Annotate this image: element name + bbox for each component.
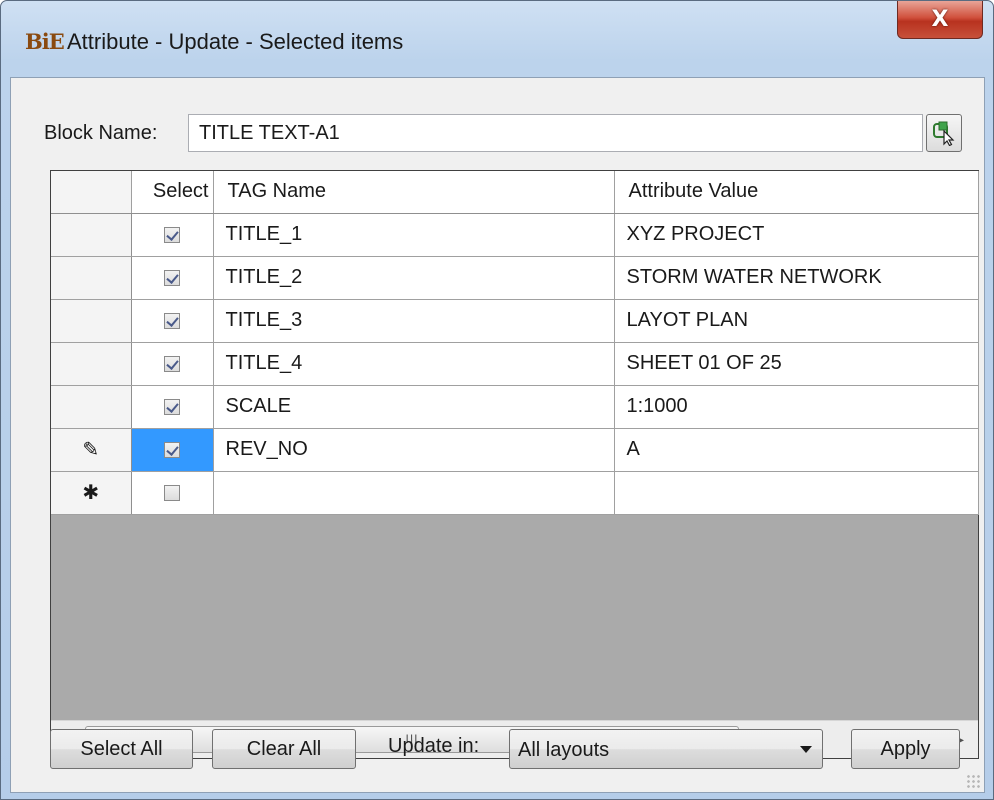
- new-row-marker-icon[interactable]: ✱: [51, 471, 132, 515]
- select-checkbox[interactable]: [164, 312, 180, 329]
- attribute-value-cell[interactable]: [614, 471, 979, 515]
- attribute-value-cell[interactable]: SHEET 01 OF 25: [614, 342, 979, 386]
- column-header-select[interactable]: Select: [131, 171, 214, 214]
- row-header[interactable]: [51, 342, 132, 386]
- attribute-table: Select TAG Name Attribute Value TITLE_1 X…: [51, 171, 979, 515]
- block-name-input[interactable]: [188, 114, 923, 152]
- table-row[interactable]: SCALE 1:1000: [51, 385, 979, 429]
- grid-corner-header[interactable]: [51, 171, 132, 214]
- attribute-value-cell[interactable]: 1:1000: [614, 385, 979, 429]
- tag-name-cell[interactable]: TITLE_3: [213, 299, 615, 343]
- title-bar[interactable]: BiE Attribute - Update - Selected items …: [1, 1, 993, 77]
- select-cell[interactable]: [131, 385, 214, 429]
- select-cell[interactable]: [131, 299, 214, 343]
- column-header-tag-name[interactable]: TAG Name: [213, 171, 615, 214]
- close-button[interactable]: X: [897, 1, 983, 39]
- clear-all-button[interactable]: Clear All: [212, 729, 356, 769]
- attribute-value-cell[interactable]: LAYOT PLAN: [614, 299, 979, 343]
- select-cell[interactable]: [131, 256, 214, 300]
- select-all-button[interactable]: Select All: [50, 729, 193, 769]
- apply-button[interactable]: Apply: [851, 729, 960, 769]
- block-name-label: Block Name:: [44, 122, 158, 144]
- select-object-icon: [933, 121, 955, 146]
- tag-name-cell[interactable]: REV_NO: [213, 428, 615, 472]
- pick-block-button[interactable]: [926, 114, 962, 152]
- grid-header-row: Select TAG Name Attribute Value: [51, 171, 979, 214]
- close-icon: X: [931, 7, 949, 32]
- table-row[interactable]: ✎ REV_NO A: [51, 428, 979, 472]
- select-cell[interactable]: [131, 342, 214, 386]
- table-row[interactable]: TITLE_3 LAYOT PLAN: [51, 299, 979, 343]
- table-row[interactable]: TITLE_4 SHEET 01 OF 25: [51, 342, 979, 386]
- update-in-select[interactable]: All layouts: [509, 729, 823, 769]
- chevron-down-icon: [800, 746, 812, 753]
- attribute-value-cell[interactable]: STORM WATER NETWORK: [614, 256, 979, 300]
- table-row[interactable]: TITLE_2 STORM WATER NETWORK: [51, 256, 979, 300]
- select-cell[interactable]: [131, 428, 214, 472]
- tag-name-cell[interactable]: [213, 471, 615, 515]
- edit-row-marker-icon[interactable]: ✎: [51, 428, 132, 472]
- column-header-attribute-value[interactable]: Attribute Value: [614, 171, 979, 214]
- row-header[interactable]: [51, 256, 132, 300]
- app-logo-icon: BiE: [25, 29, 65, 54]
- select-checkbox[interactable]: [164, 355, 180, 372]
- update-in-label: Update in:: [388, 735, 480, 757]
- tag-name-cell[interactable]: TITLE_1: [213, 213, 615, 257]
- tag-name-cell[interactable]: TITLE_4: [213, 342, 615, 386]
- select-cell[interactable]: [131, 471, 214, 515]
- row-header[interactable]: [51, 213, 132, 257]
- tag-name-cell[interactable]: TITLE_2: [213, 256, 615, 300]
- select-checkbox[interactable]: [164, 441, 180, 458]
- select-cell[interactable]: [131, 213, 214, 257]
- row-header[interactable]: [51, 299, 132, 343]
- select-checkbox[interactable]: [164, 226, 180, 243]
- tag-name-cell[interactable]: SCALE: [213, 385, 615, 429]
- select-checkbox[interactable]: [164, 398, 180, 415]
- row-header[interactable]: [51, 385, 132, 429]
- dialog-client-area: Block Name: Select: [10, 77, 985, 793]
- select-checkbox[interactable]: [164, 484, 180, 501]
- resize-grip-icon[interactable]: [966, 774, 980, 788]
- attribute-value-cell[interactable]: XYZ PROJECT: [614, 213, 979, 257]
- attribute-grid[interactable]: Select TAG Name Attribute Value TITLE_1 X…: [50, 170, 979, 759]
- table-row[interactable]: TITLE_1 XYZ PROJECT: [51, 213, 979, 257]
- attribute-value-cell[interactable]: A: [614, 428, 979, 472]
- table-row[interactable]: ✱: [51, 471, 979, 515]
- dialog-window: BiE Attribute - Update - Selected items …: [0, 0, 994, 800]
- window-title: Attribute - Update - Selected items: [67, 29, 404, 54]
- update-in-value: All layouts: [518, 739, 610, 761]
- select-checkbox[interactable]: [164, 269, 180, 286]
